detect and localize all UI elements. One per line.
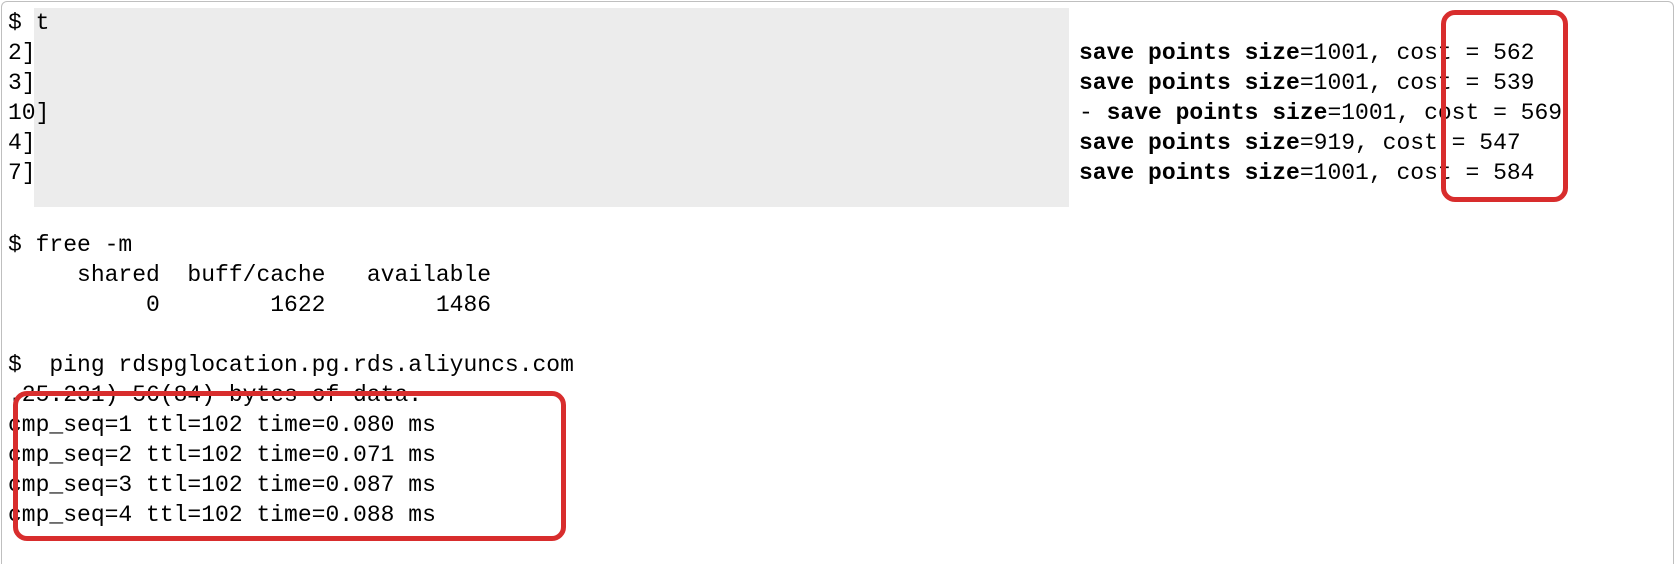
highlight-cost-box: [1441, 10, 1568, 202]
frag-r3: 3]: [8, 68, 36, 98]
highlight-ping-box: [13, 391, 566, 541]
redacted-block: [34, 8, 1069, 207]
free-cmd: $ free -m: [8, 230, 132, 260]
ping-cmd: $ ping rdspglocation.pg.rds.aliyuncs.com: [8, 350, 574, 380]
frag-r2: 2]: [8, 38, 36, 68]
free-header: shared buff/cache available: [8, 260, 491, 290]
frag-r4: 10]: [8, 98, 49, 128]
frag-t: $ t: [8, 8, 49, 38]
frag-r6: 7]: [8, 158, 36, 188]
free-values: 0 1622 1486: [8, 290, 491, 320]
frag-r5: 4]: [8, 128, 36, 158]
